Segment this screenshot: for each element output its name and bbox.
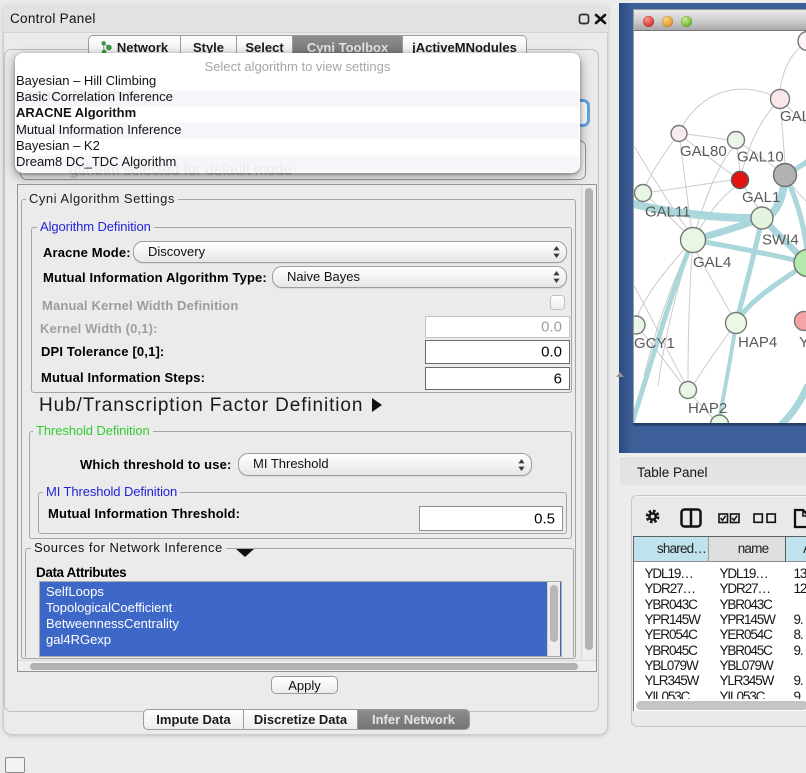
- svg-text:Y: Y: [799, 334, 806, 351]
- svg-text:GAL80: GAL80: [680, 143, 727, 160]
- svg-text:GAL4: GAL4: [693, 254, 731, 271]
- svg-text:SWI4: SWI4: [762, 232, 799, 249]
- svg-text:GAL1: GAL1: [742, 189, 780, 206]
- svg-text:GCY1: GCY1: [634, 335, 675, 352]
- svg-text:HAP4: HAP4: [738, 334, 777, 351]
- svg-text:GAL11: GAL11: [645, 204, 691, 221]
- svg-text:HAP2: HAP2: [688, 400, 727, 417]
- svg-text:GAL10: GAL10: [737, 149, 784, 166]
- svg-text:GAL7: GAL7: [780, 108, 806, 125]
